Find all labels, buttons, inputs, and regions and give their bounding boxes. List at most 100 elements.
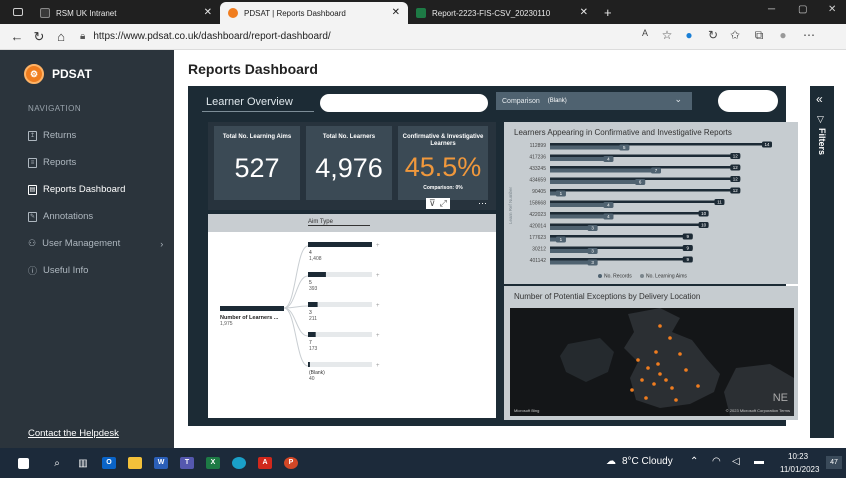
redacted-area [718, 90, 778, 112]
reports-icon: ≡ [28, 157, 37, 168]
volume-icon[interactable]: ◁ [732, 456, 740, 467]
teams-icon[interactable]: T [174, 450, 200, 476]
favorites-icon[interactable]: ✩ [726, 28, 744, 42]
filters-pane[interactable]: « ▽ Filters [810, 86, 834, 438]
edge-icon[interactable] [226, 450, 252, 476]
weather-text[interactable]: 8°C Cloudy [622, 456, 673, 467]
report-tab-title[interactable]: Learner Overview [202, 92, 314, 112]
comparison-dropdown[interactable]: Comparison (Blank) ⌄ [496, 92, 692, 110]
location-marker [646, 366, 650, 370]
intranet-favicon-icon [40, 8, 50, 18]
sidebar-item-useful-info[interactable]: ⓘ Useful Info [28, 264, 88, 277]
branch-value: 393 [309, 286, 318, 292]
funnel-icon: ▽ [817, 114, 824, 124]
tab-report-csv[interactable]: Report-2223-FIS-CSV_20230110 ✕ [408, 2, 596, 24]
show-hidden-icons-icon[interactable]: ⌃ [690, 456, 698, 467]
battery-icon[interactable]: ▬ [754, 456, 764, 467]
sidebar-item-returns[interactable]: ↥ Returns [28, 130, 76, 141]
slicer-dropdown[interactable] [460, 94, 478, 108]
tick-label: 112899 [530, 143, 547, 149]
map-panel: Number of Potential Exceptions by Delive… [504, 286, 798, 420]
sidebar-item-reports-dashboard[interactable]: ▤ Reports Dashboard [28, 184, 125, 195]
tab-rsm-intranet[interactable]: RSM UK Intranet ✕ [32, 2, 220, 24]
tree-connector [283, 307, 309, 367]
search-icon[interactable]: ⌕ [44, 450, 70, 476]
close-window-icon[interactable]: ✕ [828, 4, 836, 15]
data-label: 12 [733, 154, 739, 159]
refresh-icon[interactable]: ↻ [28, 29, 50, 45]
tick-label: 158668 [529, 201, 546, 207]
location-marker [658, 372, 662, 376]
acrobat-icon[interactable]: A [252, 450, 278, 476]
bar-chart-panel: Learners Appearing in Confirmative and I… [504, 122, 798, 284]
favorite-star-icon[interactable]: ☆ [658, 28, 676, 42]
tab-label: RSM UK Intranet [56, 8, 117, 18]
delivery-location-map[interactable]: Microsoft Bing © 2023 Microsoft Corporat… [510, 308, 794, 416]
focus-mode-icon[interactable]: ⤢ [440, 198, 447, 209]
tick-label: 420014 [529, 224, 546, 230]
aim-type-title[interactable]: Aim Type [308, 219, 370, 226]
contact-helpdesk-link[interactable]: Contact the Helpdesk [28, 428, 119, 439]
location-marker [678, 352, 682, 356]
branch-value: 173 [309, 346, 318, 352]
maximize-icon[interactable]: ▢ [798, 4, 807, 15]
location-marker [684, 368, 688, 372]
task-view-icon[interactable]: ▥ [70, 450, 96, 476]
back-icon[interactable]: ← [6, 29, 28, 44]
extension-icon[interactable]: ● [680, 28, 698, 42]
bar-learning-aims [550, 223, 709, 226]
home-icon[interactable]: ⌂ [50, 29, 72, 44]
chevron-down-icon [461, 96, 473, 102]
more-options-icon[interactable]: ⋯ [478, 198, 487, 209]
location-marker [654, 350, 658, 354]
collapse-chevron-icon[interactable]: « [816, 92, 823, 106]
minimize-icon[interactable]: ─ [768, 4, 775, 15]
sidebar-item-reports[interactable]: ≡ Reports [28, 157, 76, 168]
location-marker [644, 396, 648, 400]
sidebar-item-label: Returns [43, 130, 77, 141]
network-icon[interactable]: ◠ [712, 456, 721, 467]
pdsat-favicon-icon [228, 8, 238, 18]
map-credit[interactable]: © 2023 Microsoft Corporation Terms [726, 408, 790, 413]
branch-bar [308, 272, 326, 277]
clock-date[interactable]: 11/01/2023 [780, 465, 819, 474]
outlook-icon[interactable]: O [96, 450, 122, 476]
user-icon: ⚇ [28, 238, 37, 248]
branch-track [308, 362, 372, 367]
tick-label: 433245 [529, 166, 546, 172]
map-graphic [560, 308, 794, 416]
powerpoint-icon[interactable]: P [278, 450, 304, 476]
clock-time[interactable]: 10:23 [788, 452, 808, 461]
land-shape [560, 338, 614, 382]
location-marker [696, 384, 700, 388]
window-menu-icon[interactable] [8, 2, 28, 22]
refresh-extension-icon[interactable]: ↻ [704, 28, 722, 42]
more-menu-icon[interactable]: ⋯ [800, 28, 818, 42]
windows-start-icon[interactable] [10, 450, 36, 476]
word-icon[interactable]: W [148, 450, 174, 476]
new-tab-button[interactable]: + [596, 2, 620, 24]
data-label: 12 [733, 177, 739, 182]
read-aloud-icon[interactable]: A [636, 28, 654, 38]
excel-icon[interactable]: X [200, 450, 226, 476]
sidebar-item-annotations[interactable]: ✎ Annotations [28, 211, 93, 222]
tab-pdsat[interactable]: PDSAT | Reports Dashboard ✕ [220, 2, 408, 24]
close-tab-icon[interactable]: ✕ [580, 7, 588, 19]
profile-avatar[interactable]: ● [774, 28, 792, 42]
sidebar-item-user-management[interactable]: ⚇ User Management › [28, 238, 163, 249]
kpi-comparison: Comparison: 0% [423, 185, 463, 191]
powerbi-report: Learner Overview Comparison (Blank) ⌄ To… [188, 86, 798, 426]
tree-connector [283, 307, 309, 337]
aim-type-panel: Aim Type Number of Learners ... 1,975 41… [208, 214, 496, 418]
close-tab-icon[interactable]: ✕ [204, 7, 212, 19]
collections-icon[interactable]: ⧉ [750, 28, 768, 43]
brand[interactable]: ⚙ PDSAT [24, 64, 92, 84]
filter-icon[interactable]: ⊽ [429, 198, 436, 209]
close-tab-icon[interactable]: ✕ [392, 7, 400, 19]
bar-learning-aims [550, 200, 725, 203]
file-explorer-icon[interactable] [122, 450, 148, 476]
url-field[interactable]: 🔒︎ https://www.pdsat.co.uk/dashboard/rep… [80, 28, 560, 46]
tick-label: 417236 [529, 155, 546, 161]
legend-item: No. Records [604, 274, 632, 280]
notification-badge[interactable]: 47 [826, 456, 842, 469]
